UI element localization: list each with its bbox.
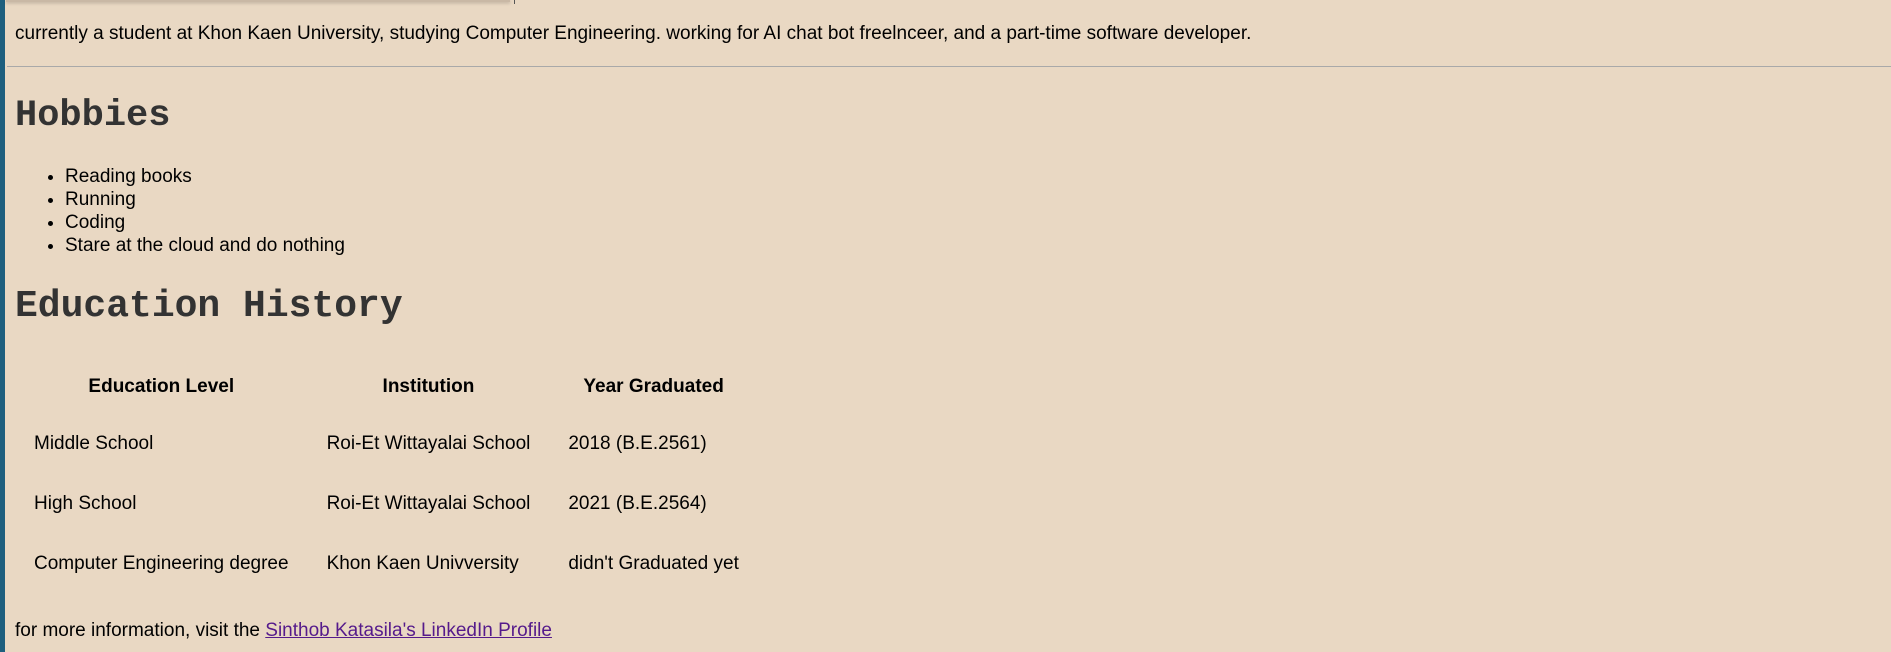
column-header-education-level: Education Level: [88, 376, 235, 397]
table-cell: 2018 (B.E.2561): [568, 433, 707, 454]
profile-image-bottom-edge: [6, 0, 510, 2]
table-cell: Khon Kaen Univversity: [326, 553, 519, 574]
footer-text: for more information, visit the Sinthob …: [15, 619, 552, 643]
section-divider: [7, 66, 1891, 67]
table-row: High School Roi-Et Wittayalai School 202…: [15, 474, 758, 534]
hobbies-heading: Hobbies: [15, 95, 171, 137]
intro-paragraph: currently a student at Khon Kaen Univers…: [15, 23, 1252, 44]
list-item: Stare at the cloud and do nothing: [65, 234, 345, 257]
table-cell: Middle School: [34, 433, 154, 454]
table-header-row: Education Level Institution Year Graduat…: [15, 360, 758, 414]
table-cell: Roi-Et Wittayalai School: [326, 493, 531, 514]
column-header-institution: Institution: [382, 376, 475, 397]
education-table: Education Level Institution Year Graduat…: [15, 360, 758, 594]
column-header-year-graduated: Year Graduated: [583, 376, 724, 397]
footer-prefix: for more information, visit the: [15, 620, 266, 641]
list-item: Reading books: [65, 165, 345, 188]
list-item: Coding: [65, 211, 345, 234]
list-item: Running: [65, 188, 345, 211]
table-row: Computer Engineering degree Khon Kaen Un…: [15, 534, 758, 594]
table-cell: 2021 (B.E.2564): [568, 493, 707, 514]
table-cell: didn't Graduated yet: [568, 553, 739, 574]
table-cell: Roi-Et Wittayalai School: [326, 433, 531, 454]
left-border-bar: [0, 0, 5, 652]
linkedin-profile-link[interactable]: Sinthob Katasila's LinkedIn Profile: [265, 620, 552, 641]
hobbies-list: Reading books Running Coding Stare at th…: [15, 165, 345, 257]
table-cell: Computer Engineering degree: [34, 553, 289, 574]
education-history-heading: Education History: [15, 285, 403, 328]
table-cell: High School: [34, 493, 137, 514]
image-caption-tick: [514, 0, 515, 4]
table-row: Middle School Roi-Et Wittayalai School 2…: [15, 414, 758, 474]
